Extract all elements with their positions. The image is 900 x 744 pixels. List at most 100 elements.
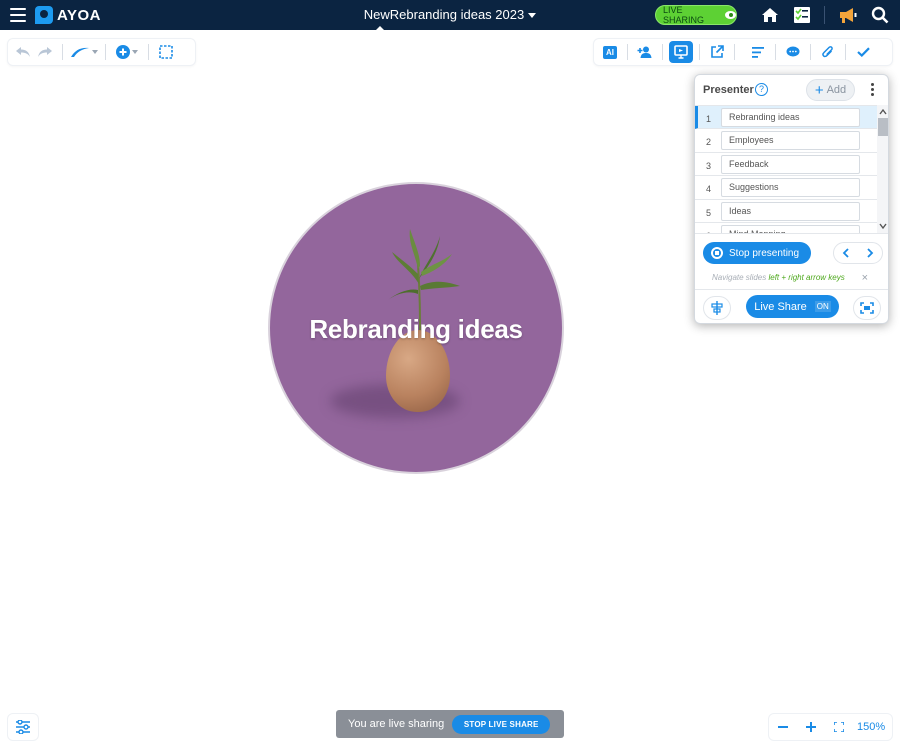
presenter-footer: Live Share ON bbox=[695, 289, 888, 323]
search-icon[interactable] bbox=[870, 5, 890, 25]
hint-keys: left + right arrow keys bbox=[768, 273, 845, 282]
fit-screen-icon bbox=[834, 722, 844, 732]
map-settings-button[interactable] bbox=[7, 713, 39, 741]
tasks-checklist-icon[interactable] bbox=[792, 5, 812, 25]
help-icon[interactable]: ? bbox=[755, 83, 768, 96]
add-user-icon bbox=[637, 46, 652, 58]
ai-icon: AI bbox=[603, 45, 617, 59]
megaphone-icon[interactable] bbox=[838, 5, 858, 25]
outline-button[interactable] bbox=[747, 41, 769, 63]
select-area-icon bbox=[159, 45, 173, 59]
toolbar-divider bbox=[105, 44, 106, 60]
chevron-left-icon bbox=[842, 248, 849, 258]
slide-title-field[interactable]: Suggestions bbox=[721, 178, 860, 198]
attachments-icon bbox=[822, 46, 833, 58]
chevron-down-icon bbox=[132, 50, 138, 54]
stop-presenting-label: Stop presenting bbox=[729, 247, 800, 259]
comments-icon bbox=[786, 46, 800, 57]
presenter-button[interactable] bbox=[669, 41, 693, 63]
hint-prefix: Navigate slides bbox=[712, 273, 767, 282]
close-hint-icon[interactable]: × bbox=[862, 273, 868, 284]
scroll-up-icon[interactable] bbox=[879, 108, 887, 116]
live-sharing-label: LIVE SHARING bbox=[663, 5, 705, 25]
fullscreen-button[interactable] bbox=[853, 296, 881, 320]
add-button[interactable] bbox=[112, 41, 142, 63]
plus-icon bbox=[806, 722, 816, 732]
zoom-out-button[interactable] bbox=[769, 716, 797, 738]
align-center-icon bbox=[711, 301, 723, 315]
check-icon bbox=[856, 47, 870, 57]
title-notch bbox=[375, 26, 385, 31]
slide-number: 2 bbox=[706, 137, 712, 148]
chevron-down-icon bbox=[92, 50, 98, 54]
redo-icon bbox=[38, 47, 52, 57]
toolbar-divider bbox=[810, 44, 811, 60]
stop-icon bbox=[711, 247, 723, 259]
export-icon bbox=[711, 45, 724, 58]
slide-row[interactable]: 2 Employees bbox=[695, 129, 877, 153]
undo-icon bbox=[16, 47, 30, 57]
stop-live-share-button[interactable]: STOP LIVE SHARE bbox=[452, 714, 551, 734]
branch-style-icon bbox=[71, 47, 89, 57]
ai-button[interactable]: AI bbox=[599, 41, 621, 63]
next-slide-button[interactable] bbox=[858, 243, 882, 263]
add-slide-button[interactable]: + Add bbox=[806, 79, 855, 101]
fullscreen-icon bbox=[860, 302, 874, 314]
slide-title-field[interactable]: Ideas bbox=[721, 201, 860, 221]
stop-presenting-button[interactable]: Stop presenting bbox=[703, 242, 811, 264]
attachments-button[interactable] bbox=[817, 41, 839, 63]
right-toolbar: AI bbox=[593, 38, 893, 66]
comments-button[interactable] bbox=[782, 41, 804, 63]
live-share-toggle[interactable]: Live Share ON bbox=[746, 295, 839, 318]
toolbar-divider bbox=[662, 44, 663, 60]
plus-icon: + bbox=[814, 81, 824, 99]
top-bar: AYOA NewRebranding ideas 2023 LIVE SHARI… bbox=[0, 0, 900, 31]
eye-icon bbox=[724, 11, 736, 19]
toolbar-divider bbox=[775, 44, 776, 60]
zoom-level[interactable]: 150% bbox=[857, 721, 885, 733]
more-options-icon[interactable] bbox=[871, 83, 875, 98]
scrollbar-thumb[interactable] bbox=[878, 118, 888, 136]
scroll-down-icon[interactable] bbox=[879, 222, 887, 230]
slide-list: 1 Rebranding ideas 2 Employees 3 Feedbac… bbox=[695, 105, 877, 233]
central-node[interactable]: Rebranding ideas bbox=[268, 182, 564, 474]
previous-slide-button[interactable] bbox=[834, 243, 858, 263]
app-logo[interactable]: AYOA bbox=[35, 5, 101, 25]
slide-title-field[interactable]: Mind Mapping bbox=[721, 224, 860, 233]
document-title-button[interactable]: NewRebranding ideas 2023 bbox=[364, 7, 537, 22]
toolbar-divider bbox=[148, 44, 149, 60]
topbar-divider bbox=[824, 6, 825, 24]
slide-list-scrollbar[interactable] bbox=[877, 105, 888, 233]
slide-title-field[interactable]: Feedback bbox=[721, 154, 860, 174]
redo-button[interactable] bbox=[34, 41, 56, 63]
toolbar-divider bbox=[62, 44, 63, 60]
branch-style-button[interactable] bbox=[69, 41, 99, 63]
slide-row[interactable]: 5 Ideas bbox=[695, 199, 877, 223]
export-button[interactable] bbox=[706, 41, 728, 63]
slide-number: 3 bbox=[706, 160, 712, 171]
add-user-button[interactable] bbox=[634, 41, 656, 63]
fit-to-screen-button[interactable] bbox=[825, 716, 853, 738]
navigation-hint: Navigate slides left + right arrow keys … bbox=[695, 273, 888, 289]
live-sharing-pill[interactable]: LIVE SHARING bbox=[655, 5, 737, 25]
left-toolbar bbox=[7, 38, 196, 66]
slide-row[interactable]: 4 Suggestions bbox=[695, 176, 877, 200]
undo-button[interactable] bbox=[12, 41, 34, 63]
slide-title-field[interactable]: Rebranding ideas bbox=[721, 108, 860, 127]
slide-row[interactable]: 1 Rebranding ideas bbox=[695, 106, 877, 130]
zoom-in-button[interactable] bbox=[797, 716, 825, 738]
toolbar-divider bbox=[734, 44, 735, 60]
check-button[interactable] bbox=[852, 41, 874, 63]
menu-icon[interactable] bbox=[10, 8, 26, 22]
home-icon[interactable] bbox=[760, 5, 780, 25]
live-share-state: ON bbox=[814, 301, 831, 312]
slide-title-field[interactable]: Employees bbox=[721, 131, 860, 151]
slide-row[interactable]: 3 Feedback bbox=[695, 152, 877, 177]
toolbar-divider bbox=[699, 44, 700, 60]
slide-row[interactable]: 6 Mind Mapping bbox=[695, 222, 877, 233]
central-node-title[interactable]: Rebranding ideas bbox=[270, 314, 562, 345]
chevron-right-icon bbox=[867, 248, 874, 258]
select-area-button[interactable] bbox=[155, 41, 177, 63]
slide-settings-button[interactable] bbox=[703, 296, 731, 320]
live-sharing-banner: You are live sharing STOP LIVE SHARE bbox=[336, 710, 564, 738]
